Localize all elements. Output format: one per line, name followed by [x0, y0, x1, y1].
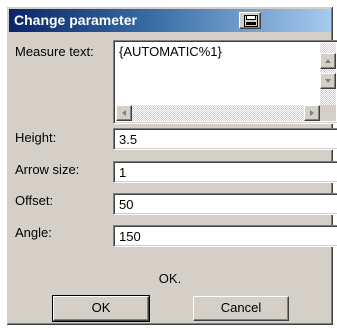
arrow-size-label: Arrow size: — [15, 162, 80, 177]
change-parameter-dialog: Change parameter Measure text: {AUTOMATI… — [6, 6, 337, 326]
offset-label: Offset: — [15, 193, 54, 208]
scrollbar-corner — [320, 105, 336, 121]
title-disk-button[interactable] — [239, 12, 261, 29]
measure-text-memo[interactable]: {AUTOMATIC%1} — [113, 40, 337, 124]
cancel-button[interactable]: Cancel — [193, 296, 289, 321]
ok-button[interactable]: OK — [52, 295, 150, 322]
angle-field[interactable]: 150 — [113, 225, 337, 247]
height-field[interactable]: 3.5 — [113, 128, 337, 150]
arrow-size-value: 1 — [119, 165, 127, 180]
measure-text-value[interactable]: {AUTOMATIC%1} — [119, 44, 222, 59]
title-bar[interactable]: Change parameter — [9, 9, 331, 32]
scroll-right-button[interactable] — [304, 105, 320, 121]
memo-horizontal-scrollbar[interactable] — [116, 105, 320, 121]
offset-value: 50 — [119, 197, 134, 212]
offset-field[interactable]: 50 — [113, 193, 337, 215]
arrow-down-icon — [325, 79, 331, 83]
scroll-up-button[interactable] — [320, 53, 336, 69]
height-value: 3.5 — [119, 132, 138, 147]
disk-icon — [244, 15, 258, 27]
measure-text-label: Measure text: — [15, 44, 94, 59]
angle-label: Angle: — [15, 225, 52, 240]
height-label: Height: — [15, 130, 57, 145]
arrow-right-icon — [310, 110, 314, 116]
angle-value: 150 — [119, 229, 141, 244]
memo-vertical-scrollbar[interactable] — [320, 43, 336, 105]
arrow-up-icon — [325, 59, 331, 63]
scroll-left-button[interactable] — [116, 105, 132, 121]
scroll-down-button[interactable] — [320, 73, 336, 89]
arrow-size-field[interactable]: 1 — [113, 161, 337, 183]
dialog-title: Change parameter — [14, 12, 137, 28]
arrow-left-icon — [122, 110, 126, 116]
status-text: OK. — [158, 271, 182, 286]
